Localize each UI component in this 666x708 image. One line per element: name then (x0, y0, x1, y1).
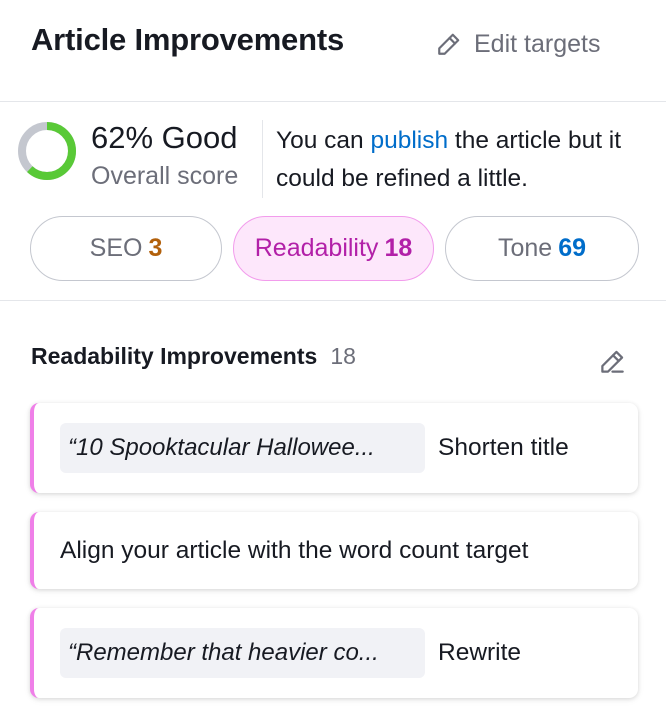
section-title: Readability Improvements (31, 343, 318, 369)
improvement-quote: “Remember that heavier co... (60, 628, 425, 678)
improvement-action: Rewrite (438, 639, 522, 666)
panel-title: Article Improvements (31, 22, 344, 57)
tab-readability-label: Readability (254, 234, 379, 262)
score-value: 62% Good (91, 120, 238, 155)
improvement-action: Shorten title (438, 434, 569, 461)
tab-tone-label: Tone (497, 234, 553, 262)
tab-tone[interactable]: Tone 69 (445, 216, 639, 281)
tab-tone-count: 69 (558, 234, 587, 262)
section-header: Readability Improvements 18 (31, 343, 356, 370)
tab-seo[interactable]: SEO 3 (30, 216, 222, 281)
publish-link[interactable]: publish (370, 127, 448, 154)
improvement-action: Align your article with the word count t… (60, 536, 529, 564)
tab-readability[interactable]: Readability 18 (233, 216, 434, 281)
score-section: 62% Good Overall score You can publish t… (0, 102, 666, 301)
pencil-icon (599, 348, 626, 375)
edit-section-button[interactable] (597, 346, 627, 376)
message-text-before: You can (276, 127, 371, 154)
improvement-card[interactable]: “10 Spooktacular Hallowee... Shorten tit… (30, 403, 638, 493)
vertical-divider (262, 120, 263, 198)
section-count: 18 (330, 343, 356, 369)
edit-targets-button[interactable]: Edit targets (436, 26, 600, 62)
improvement-card[interactable]: “Remember that heavier co... Rewrite (30, 608, 638, 698)
tab-seo-label: SEO (89, 234, 143, 262)
score-label: Overall score (91, 162, 239, 190)
score-message: You can publish the article but it could… (276, 122, 656, 198)
score-donut-chart (18, 122, 76, 180)
improvement-quote: “10 Spooktacular Hallowee... (60, 423, 425, 473)
tab-seo-count: 3 (148, 234, 163, 262)
panel-header: Article Improvements Edit targets (0, 0, 666, 102)
improvement-card[interactable]: Align your article with the word count t… (30, 512, 638, 589)
tab-readability-count: 18 (384, 234, 413, 262)
edit-targets-label: Edit targets (474, 29, 601, 58)
pencil-icon (436, 31, 462, 57)
